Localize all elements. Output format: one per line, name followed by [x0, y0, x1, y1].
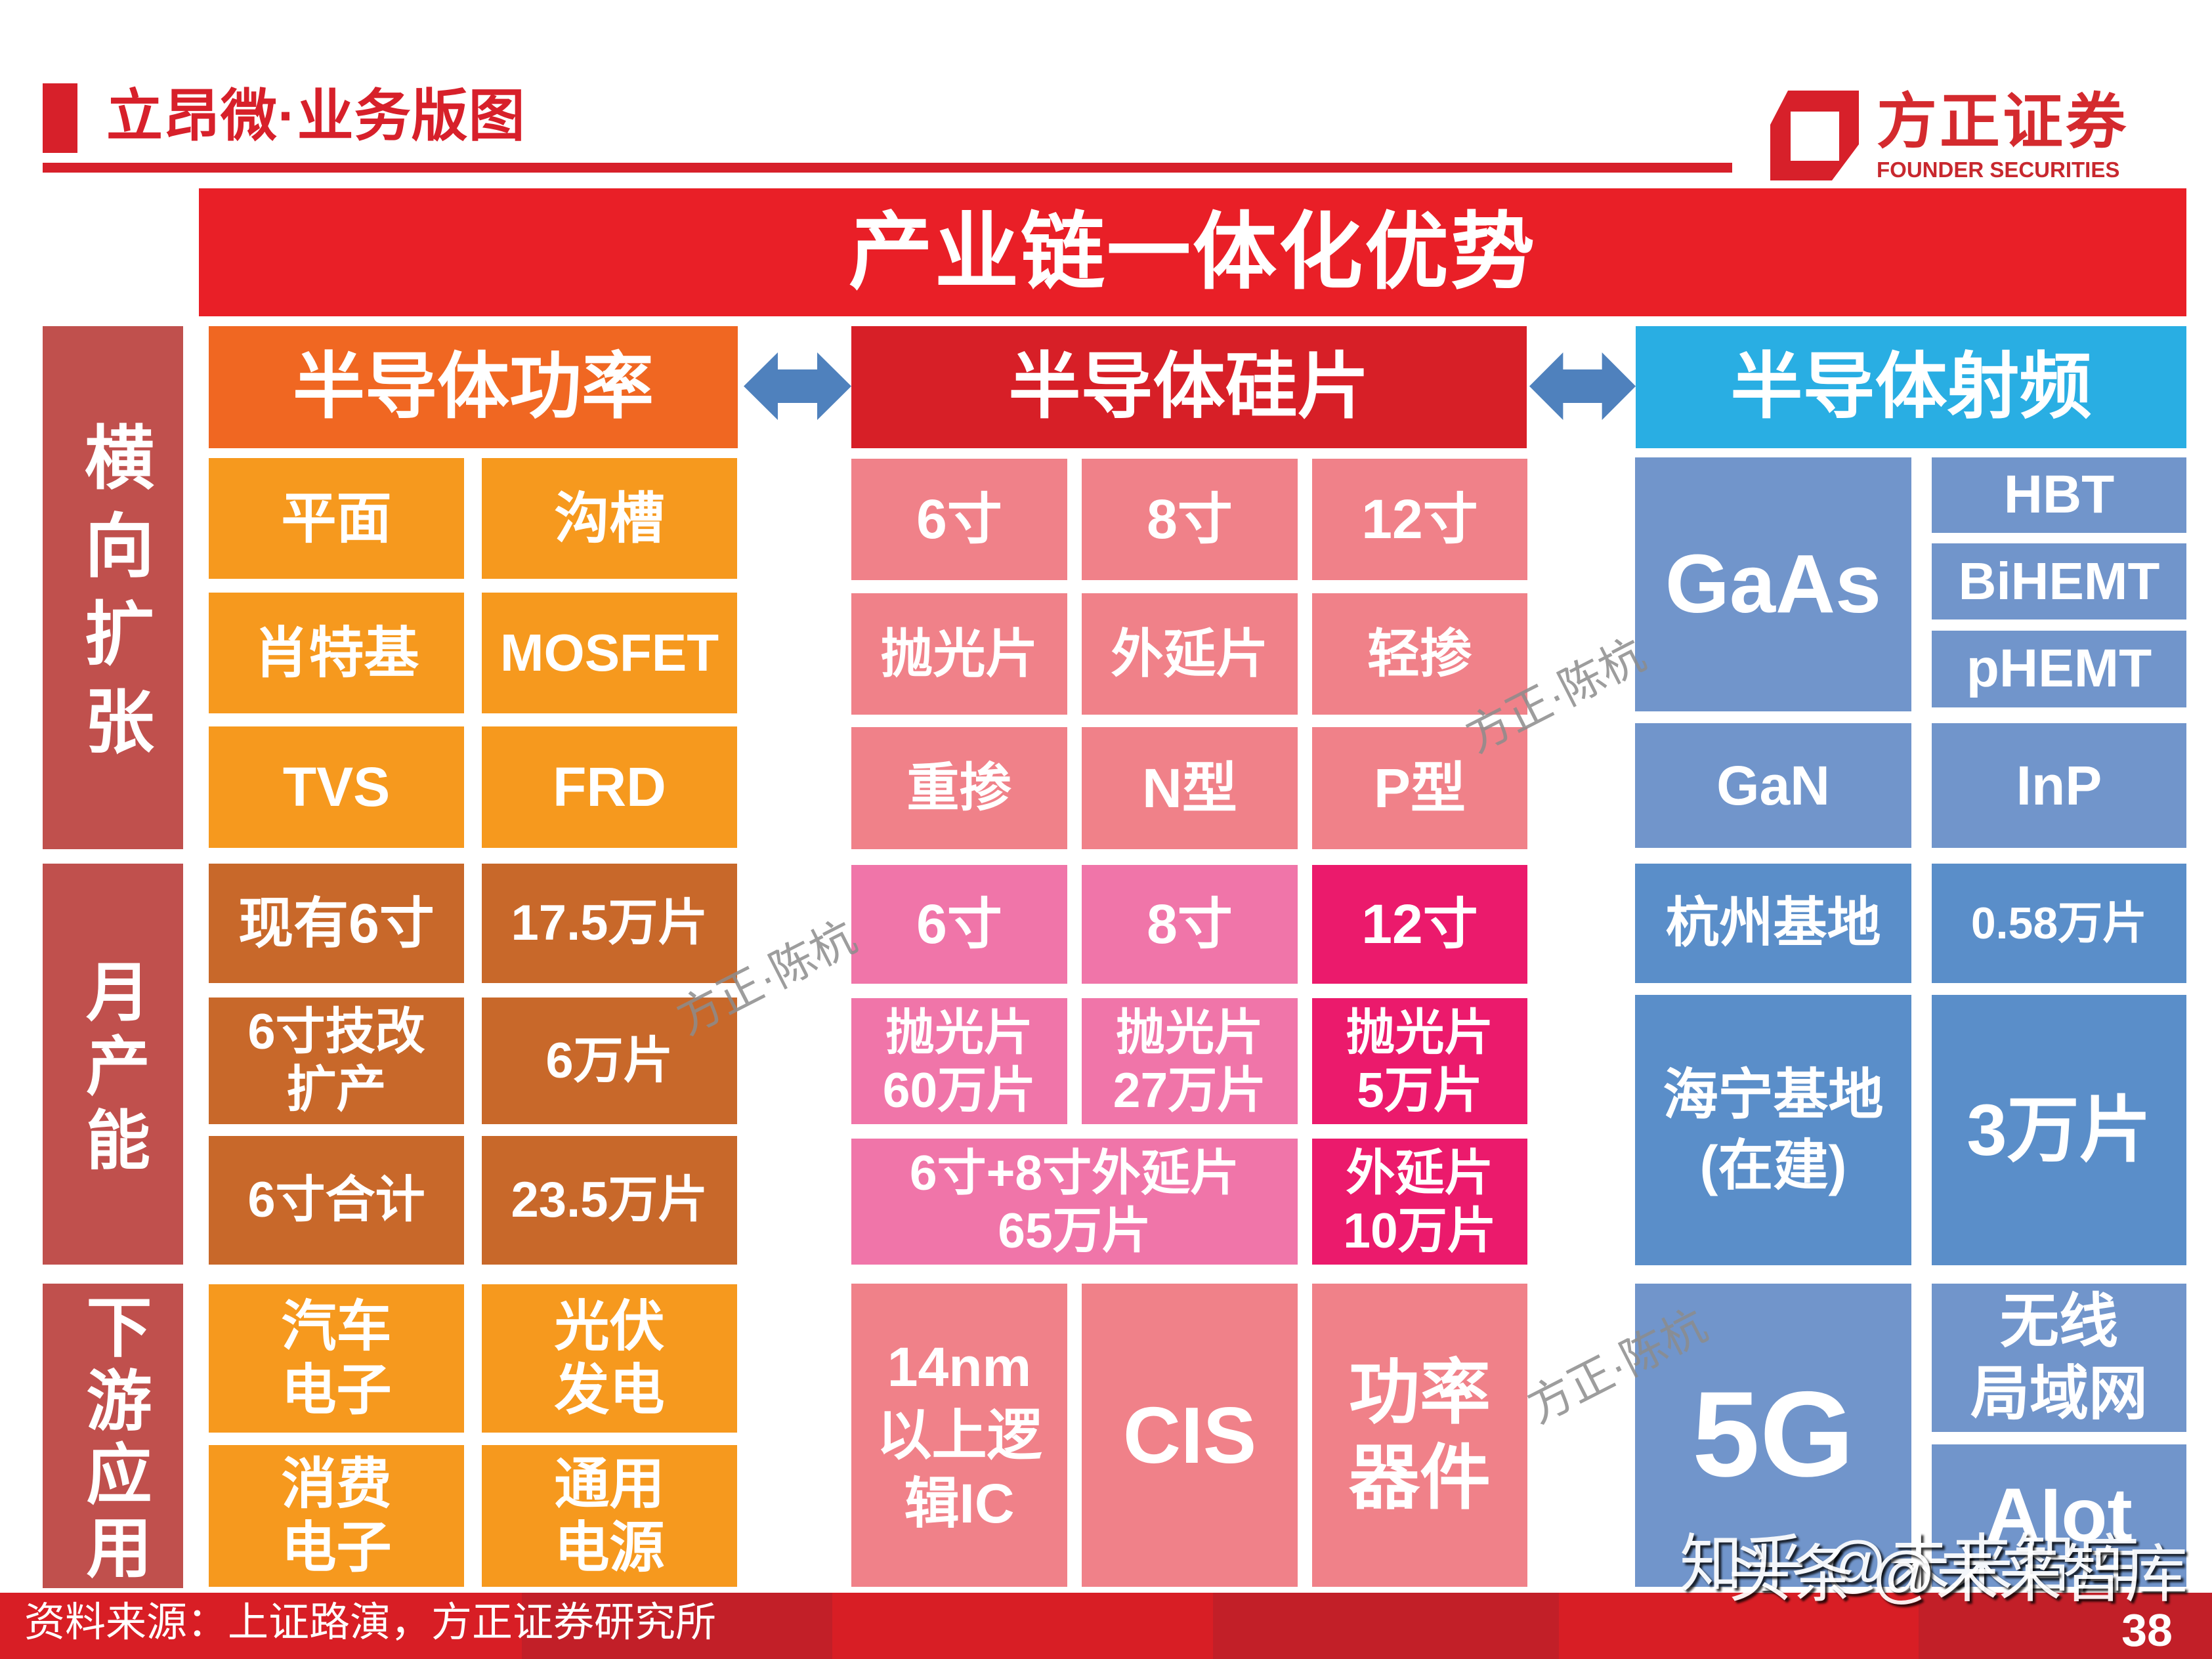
rf-gaas-type-phemt: pHEMT [1932, 631, 2186, 707]
double-arrow-icon [744, 352, 851, 420]
wafer-product-6inch: 6寸 [851, 459, 1067, 580]
power-capacity-label: 现有6寸 [209, 864, 464, 983]
wafer-capacity-size: 12寸 [1312, 865, 1527, 984]
power-product-schottky: 肖特基 [209, 593, 464, 713]
rf-application-5g: 5G [1635, 1284, 1911, 1587]
row-label-text: 横向扩张 [74, 421, 152, 773]
rf-capacity-label: 杭州基地 [1635, 864, 1911, 983]
wafer-product-polished: 抛光片 [851, 593, 1067, 715]
row-label-horizontal-expansion: 横向扩张 [43, 326, 183, 849]
slide: 立昂微·业务版图 方正证券 FOUNDER SECURITIES 产业链一体化优… [0, 0, 2212, 1659]
power-application: 汽车 电子 [209, 1284, 464, 1433]
power-product-planar: 平面 [209, 458, 464, 579]
wafer-product-8inch: 8寸 [1082, 459, 1298, 580]
wafer-product-epitaxial: 外延片 [1082, 593, 1298, 715]
rf-gaas-type-hbt: HBT [1932, 457, 2186, 533]
power-product-trench: 沟槽 [482, 458, 737, 579]
rf-gaas-type-bihemt: BiHEMT [1932, 543, 2186, 620]
wafer-product-heavily-doped: 重掺 [851, 727, 1067, 849]
rf-material-gaas: GaAs [1635, 457, 1911, 711]
wafer-product-n-type: N型 [1082, 727, 1298, 849]
rf-capacity-label: 海宁基地 (在建) [1635, 995, 1911, 1265]
logo-name-cn: 方正证券 [1877, 89, 2129, 156]
page-title: 立昂微·业务版图 [106, 85, 526, 148]
row-label-text: 下游应用 [76, 1293, 150, 1587]
rf-application-wlan: 无线 局域网 [1932, 1284, 2186, 1432]
footer-bar: 资料来源：上证路演，方正证券研究所 38 [0, 1593, 2212, 1659]
page-number: 38 [2121, 1605, 2173, 1656]
rf-application-aiot: AIot [1932, 1444, 2186, 1587]
wafer-capacity-epitaxial-6-8: 6寸+8寸外延片 65万片 [851, 1139, 1298, 1265]
wafer-application-cis: CIS [1082, 1284, 1298, 1587]
wafer-product-lightly-doped: 轻掺 [1312, 593, 1527, 715]
title-underline [43, 163, 1732, 173]
power-capacity-value: 23.5万片 [482, 1136, 737, 1265]
power-application: 光伏 发电 [482, 1284, 737, 1433]
power-capacity-label: 6寸合计 [209, 1136, 464, 1265]
row-label-downstream: 下游应用 [43, 1284, 183, 1588]
banner-title: 产业链一体化优势 [848, 205, 1537, 299]
wafer-capacity-polished: 抛光片 5万片 [1312, 998, 1527, 1124]
power-capacity-value: 6万片 [482, 998, 737, 1124]
rf-capacity-value: 0.58万片 [1932, 864, 2186, 983]
logo-name-en: FOUNDER SECURITIES [1877, 158, 2120, 182]
power-capacity-value: 17.5万片 [482, 864, 737, 983]
logo-mark-icon [1770, 91, 1859, 180]
wafer-product-p-type: P型 [1312, 727, 1527, 849]
power-product-tvs: TVS [209, 726, 464, 848]
power-capacity-label: 6寸技改 扩产 [209, 998, 464, 1124]
founder-securities-logo: 方正证券 FOUNDER SECURITIES [1770, 91, 2131, 180]
header-silicon-wafer: 半导体硅片 [851, 326, 1527, 448]
source-note: 资料来源：上证路演，方正证券研究所 [24, 1600, 717, 1645]
wafer-capacity-epitaxial-12: 外延片 10万片 [1312, 1139, 1527, 1265]
wafer-application-logic-ic: 14nm 以上逻 辑IC [851, 1284, 1067, 1587]
header-rf-semiconductor: 半导体射频 [1636, 326, 2186, 448]
rf-material-inp: InP [1932, 723, 2186, 848]
wafer-capacity-polished: 抛光片 27万片 [1082, 998, 1298, 1124]
industry-chain-banner: 产业链一体化优势 [199, 188, 2186, 316]
power-product-mosfet: MOSFET [482, 593, 737, 713]
wafer-application-power-device: 功率 器件 [1312, 1284, 1527, 1587]
wafer-product-12inch: 12寸 [1312, 459, 1527, 580]
rf-material-gan: GaN [1635, 723, 1911, 848]
wafer-capacity-size: 8寸 [1082, 865, 1298, 984]
power-application: 通用 电源 [482, 1445, 737, 1587]
row-label-monthly-capacity: 月产能 [43, 864, 183, 1265]
rf-capacity-value: 3万片 [1932, 995, 2186, 1265]
header-power-semiconductor: 半导体功率 [209, 326, 738, 448]
power-application: 消费 电子 [209, 1445, 464, 1587]
wafer-capacity-polished: 抛光片 60万片 [851, 998, 1067, 1124]
wafer-capacity-size: 6寸 [851, 865, 1067, 984]
power-product-frd: FRD [482, 726, 737, 848]
title-accent-bar [43, 83, 77, 153]
double-arrow-icon [1529, 352, 1636, 420]
row-label-text: 月产能 [77, 957, 149, 1181]
